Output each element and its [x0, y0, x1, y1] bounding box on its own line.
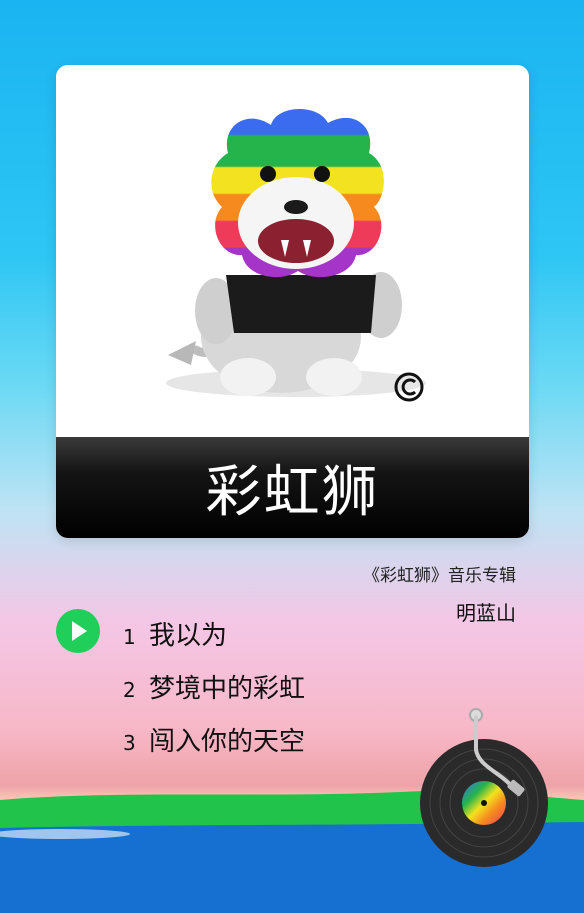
track-number: 3: [123, 731, 136, 755]
track-title: 闯入你的天空: [149, 727, 306, 757]
track-number: 2: [123, 678, 136, 702]
rainbow-lion-image: [56, 65, 529, 437]
album-title: 彩虹狮: [205, 460, 380, 525]
vinyl-record-icon: [420, 708, 548, 867]
track-item[interactable]: 2 梦境中的彩虹: [123, 668, 305, 705]
album-cover: 彩虹狮: [56, 65, 529, 538]
artist-name: 明蓝山: [456, 601, 516, 625]
play-button[interactable]: [56, 609, 100, 653]
track-item[interactable]: 1 我以为: [123, 615, 227, 652]
track-title: 梦境中的彩虹: [149, 674, 306, 704]
track-title: 我以为: [149, 621, 228, 651]
track-number: 1: [123, 625, 136, 649]
play-icon: [72, 621, 87, 641]
track-item[interactable]: 3 闯入你的天空: [123, 721, 305, 758]
album-title-bar: 彩虹狮: [56, 437, 529, 538]
album-subtitle: 《彩虹狮》音乐专辑: [363, 566, 516, 586]
